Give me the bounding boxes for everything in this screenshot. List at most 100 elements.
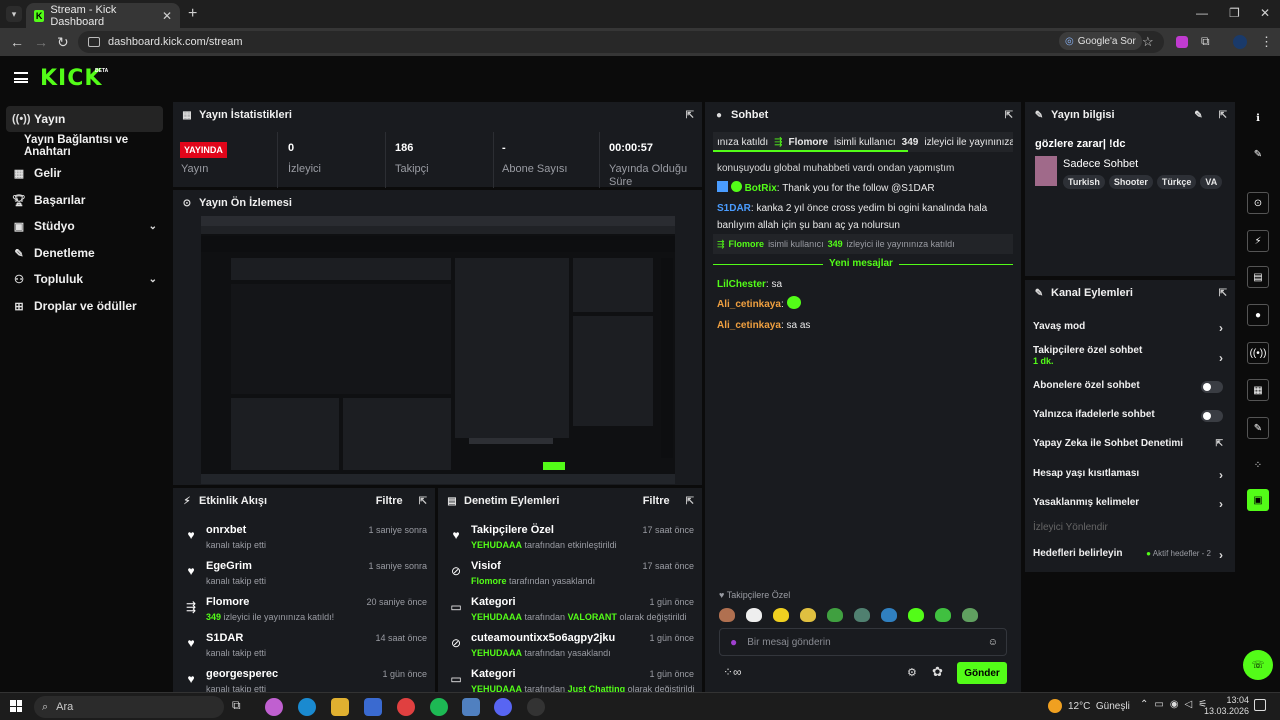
settings-gear-icon[interactable]: ⚙ [907,666,917,679]
site-info-icon[interactable] [88,37,100,47]
browser-menu-icon[interactable]: ⋮ [1260,34,1273,50]
chat-message[interactable]: Ali_cetinkaya: [717,296,1013,313]
chat-username[interactable]: S1DAR [717,203,751,214]
filter-button[interactable]: Filtre [376,495,403,507]
edit-icon[interactable]: ✎ [1247,143,1269,165]
obs-icon[interactable] [527,698,545,716]
app-icon[interactable] [462,698,480,716]
popout-icon[interactable]: ⇱ [686,110,694,121]
chat-message[interactable]: Ali_cetinkaya: sa as [717,317,1013,334]
popout-icon[interactable]: ⇱ [1219,110,1227,121]
chat-message[interactable]: konuşuyodu global muhabbeti vardı ondan … [717,160,1013,177]
moderation-row[interactable]: ⊘ cuteamountixx5o6agpy2jku YEHUDAAA tara… [438,628,702,664]
chat-tools-icon[interactable]: ⁘∞ [723,665,742,679]
popout-icon[interactable]: ⇱ [1005,110,1013,121]
sidebar-item-basarilar[interactable]: 🏆︎ Başarılar [6,187,163,213]
reload-icon[interactable]: ↻ [57,34,69,51]
send-button[interactable]: Gönder [957,662,1007,684]
moderation-row[interactable]: ▭ Kategori YEHUDAAA tarafından VALORANT … [438,592,702,628]
sidebar-item-gelir[interactable]: ▦ Gelir [6,160,163,186]
chat-username[interactable]: LilChester [717,279,766,290]
popout-icon[interactable]: ⇱ [1219,288,1227,299]
emote-icon[interactable] [962,608,978,622]
clock[interactable]: 13:04 13.03.2026 [1204,695,1249,717]
hamburger-menu-icon[interactable] [14,72,28,83]
sidebar-item-studyo[interactable]: ▣ Stüdyo ⌄ [6,213,163,239]
popout-icon[interactable]: ⇱ [419,496,427,507]
activity-row[interactable]: ♥ S1DAR kanalı takip etti 14 saat önce [173,628,435,664]
browser-tab[interactable]: K Stream - Kick Dashboard ✕ [26,3,180,28]
maximize-icon[interactable]: ❐ [1229,6,1240,20]
minimize-icon[interactable]: — [1196,6,1208,20]
chat-input[interactable]: ● Bir mesaj gönderin ☺ [719,628,1007,656]
url-field[interactable]: dashboard.kick.com/stream [78,31,1164,53]
moderation-row[interactable]: ⊘ Visiof Flomore tarafından yasaklandı 1… [438,556,702,592]
chatbot-icon[interactable]: ✿ [932,664,943,680]
sidebar-item-droplar[interactable]: ⊞ Droplar ve ödüller [6,293,163,319]
emote-icon[interactable] [746,608,762,622]
forward-icon[interactable]: → [34,34,48,50]
tab-search-button[interactable]: ▾ [6,6,22,22]
popout-icon[interactable]: ⇱ [686,496,694,507]
emote-icon[interactable] [908,608,924,622]
emote-icon[interactable] [773,608,789,622]
microphone-icon[interactable]: ● [730,635,737,649]
activity-row[interactable]: ♥ onrxbet kanalı takip etti 1 saniye son… [173,520,435,556]
moderation-toggle-icon[interactable]: ▤ [1247,266,1269,288]
action-banned-words[interactable]: Yasaklanmış kelimeler › [1033,497,1225,511]
stream-preview-video[interactable] [201,216,675,484]
emotes-only-toggle[interactable] [1201,410,1223,422]
emote-icon[interactable] [800,608,816,622]
emote-icon[interactable] [935,608,951,622]
chat-username[interactable]: BotRix [745,183,777,194]
new-tab-button[interactable]: + [188,5,197,23]
activity-row[interactable]: ♥ georgesperec kanalı takip etti 1 gün ö… [173,664,435,692]
more-tools-icon[interactable]: ⁘ [1247,454,1269,476]
emoji-icon[interactable]: ☺ [988,637,998,648]
action-emotes-only[interactable]: Yalnızca ifadelerle sohbet [1033,409,1225,422]
action-ai-moderation[interactable]: Yapay Zeka ile Sohbet Denetimi ⇱ [1033,438,1225,449]
action-subscribers-only[interactable]: Abonelere özel sohbet [1033,380,1225,393]
chat-username[interactable]: Ali_cetinkaya [717,320,781,331]
activity-row[interactable]: ♥ EgeGrim kanalı takip etti 1 saniye son… [173,556,435,592]
profile-avatar[interactable] [1233,35,1247,49]
stats-toggle-icon[interactable]: ▦ [1247,379,1269,401]
activity-row[interactable]: ⇶ Flomore 349 izleyici ile yayınınıza ka… [173,592,435,628]
system-tray-icons[interactable]: ⌃▭◉◁⚟ [1140,699,1213,710]
emote-icon[interactable] [827,608,843,622]
action-goals[interactable]: Hedefleri belirleyin ● Aktif hedefler - … [1033,548,1225,562]
edit-pencil-icon[interactable]: ✎ [1194,110,1202,121]
copilot-icon[interactable] [265,698,283,716]
tag[interactable]: Türkçe [1156,175,1197,189]
extension-icon[interactable] [1176,36,1188,48]
kick-logo[interactable]: KICK [40,66,102,91]
moderation-row[interactable]: ▭ Kategori YEHUDAAA tarafından Just Chat… [438,664,702,692]
moderation-row[interactable]: ♥ Takipçilere Özel YEHUDAAA tarafından e… [438,520,702,556]
action-slow-mode[interactable]: Yavaş mod › [1033,321,1225,335]
chrome-icon[interactable] [397,698,415,716]
preview-toggle-icon[interactable]: ⊙ [1247,192,1269,214]
chat-message[interactable]: S1DAR: kanka 2 yıl önce cross yedim bi o… [717,200,1013,234]
close-window-icon[interactable]: ✕ [1260,6,1270,20]
taskbar-search[interactable]: ⌕ Ara [34,696,224,718]
close-tab-icon[interactable]: ✕ [162,9,172,23]
notifications-icon[interactable] [1254,699,1266,711]
activity-toggle-icon[interactable]: ⚡︎ [1247,230,1269,252]
subscribers-only-toggle[interactable] [1201,381,1223,393]
file-explorer-icon[interactable] [331,698,349,716]
discord-icon[interactable] [494,698,512,716]
sidebar-item-denetleme[interactable]: ✎ Denetleme [6,240,163,266]
action-account-age[interactable]: Hesap yaşı kısıtlaması › [1033,468,1225,482]
chat-toggle-icon[interactable]: ● [1247,304,1269,326]
spotify-icon[interactable] [430,698,448,716]
filter-button[interactable]: Filtre [643,495,670,507]
tag[interactable]: Turkish [1063,175,1105,189]
tag[interactable]: VA [1200,175,1223,189]
support-chat-icon[interactable]: ☏ [1243,650,1273,680]
weather-widget[interactable]: 12°C Güneşli [1068,701,1130,712]
windows-start-icon[interactable] [10,700,22,712]
info-icon[interactable]: ℹ [1247,107,1269,129]
google-lens-button[interactable]: ◎ Google'a Sor [1059,32,1142,50]
emote-icon[interactable] [854,608,870,622]
wrench-toggle-icon[interactable]: ✎ [1247,417,1269,439]
